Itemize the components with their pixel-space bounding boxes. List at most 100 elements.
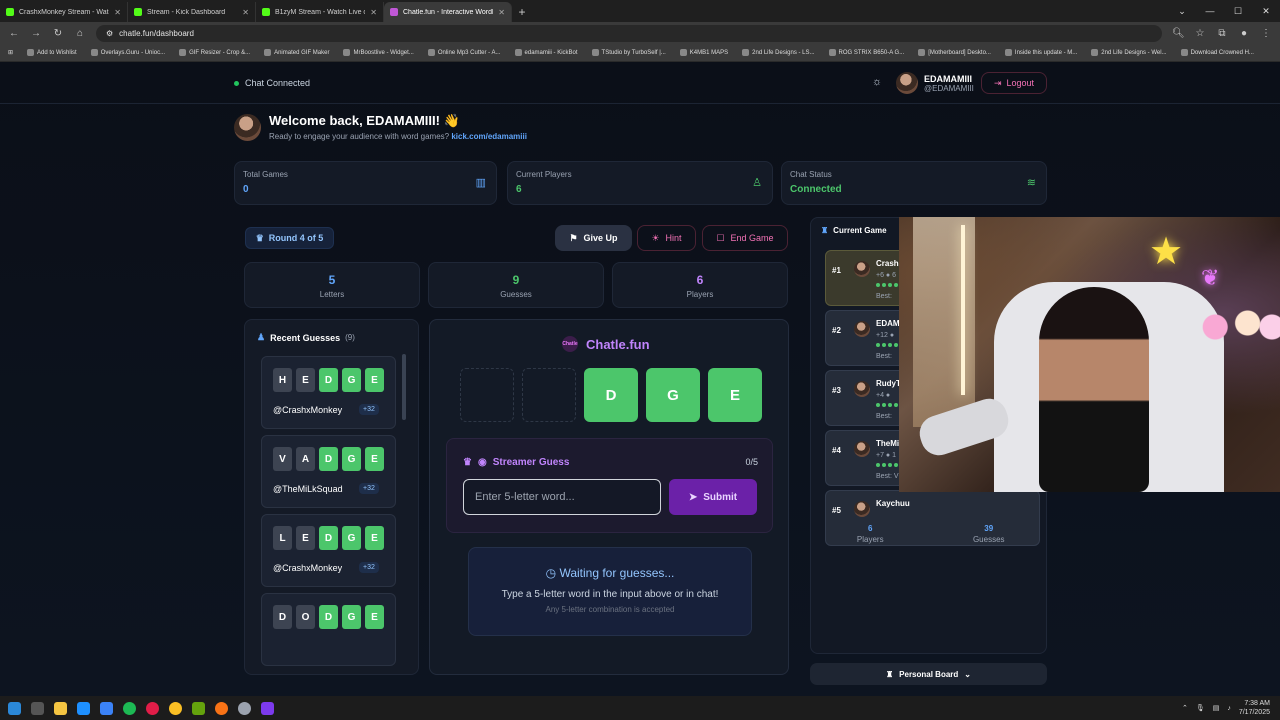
give-up-button[interactable]: ⚑ Give Up [555,225,632,251]
guess-card: V A D G E @TheMiLkSquad +32 [261,435,396,508]
reload-icon[interactable]: ↻ [52,28,64,39]
apps-icon[interactable]: ⊞ [8,49,13,56]
extensions-icon[interactable]: ⧉ [1216,28,1228,39]
home-icon[interactable]: ⌂ [74,28,86,39]
bookmark-item[interactable]: [Motherboard] Deskto... [918,49,991,56]
app-icon[interactable] [146,701,159,715]
lightbulb-icon: ☀ [651,232,660,243]
zoom-icon[interactable]: 🔍︎ [1172,28,1185,39]
close-tab-icon[interactable]: ✕ [370,8,377,17]
letter-tile: E [365,526,384,550]
network-icon[interactable]: ▤ [1213,704,1220,712]
site-info-icon[interactable]: ⚙ [106,29,113,38]
scrollbar[interactable] [402,354,406,420]
windows-start-icon[interactable] [8,701,21,715]
personal-board-button[interactable]: ♜ Personal Board ⌄ [810,663,1047,685]
system-tray: ⌃ 🎙︎ ▤ ♪ 7:38 AM 7/17/2025 [1182,699,1270,717]
close-tab-icon[interactable]: ✕ [242,8,249,17]
submit-button[interactable]: ➤ Submit [669,479,757,515]
browser-tab[interactable]: CrashxMonkey Stream - Watch Li...✕ [0,2,128,22]
app-icon[interactable] [261,701,274,715]
bookmark-item[interactable]: GIF Resizer - Crop &... [179,49,250,56]
crown-icon: ♛ [255,232,264,243]
menu-icon[interactable]: ⋮ [1260,28,1272,39]
stat-total-games: Total Games 0 ▥ [234,161,497,205]
bookmark-item[interactable]: ROG STRIX B650-A G... [828,49,904,56]
chrome-icon[interactable] [215,701,228,715]
bookmark-item[interactable]: 2nd Life Designs - LS... [742,49,815,56]
send-icon: ➤ [688,491,698,503]
chrome-icon[interactable] [169,701,182,715]
browser-tab[interactable]: B1zyM Stream - Watch Live on Ki...✕ [256,2,384,22]
channel-link[interactable]: kick.com/edamamiii [451,132,527,141]
spotify-icon[interactable] [123,701,136,715]
browser-tab[interactable]: Stream - Kick Dashboard ✕ [128,2,256,22]
bookmark-item[interactable]: Animated GIF Maker [264,49,329,56]
bookmark-item[interactable]: Download Crowned H... [1180,49,1254,56]
minimize-icon[interactable]: — [1196,0,1224,22]
close-tab-icon[interactable]: ✕ [498,8,505,17]
bookmark-item[interactable]: Overlays.Guru - Unioc... [90,49,165,56]
theme-toggle-icon[interactable]: ☼ [872,76,882,88]
guess-input[interactable] [463,479,661,515]
user-handle: @EDAMAMIII [924,83,974,93]
profile-icon[interactable]: ● [1238,28,1250,39]
browser-tab-active[interactable]: Chatle.fun - Interactive Wordle Ga...✕ [384,2,512,22]
maximize-icon[interactable]: ☐ [1224,0,1252,22]
welcome-subtitle: Ready to engage your audience with word … [269,132,527,141]
bookmark-star-icon[interactable]: ☆ [1194,28,1206,39]
bookmark-item[interactable]: Inside this update - M... [1004,49,1077,56]
bookmark-item[interactable]: MrBoostlive - Widget... [343,49,414,56]
mic-icon[interactable]: 🎙︎ [1196,704,1205,712]
player-points: +7 ● 1 [876,452,896,459]
player-name: Crash [876,259,899,268]
address-bar-row: ← → ↻ ⌂ ⚙ chatle.fun/dashboard 🔍︎ ☆ ⧉ ● ⋮ [0,22,1280,44]
app-icon[interactable] [238,701,251,715]
player-points: +4 ● [876,392,891,399]
app-icon[interactable] [77,701,90,715]
letter-tile: D [319,447,338,471]
floor-lamp [961,225,965,395]
webcam-overlay: ★ ❦ [899,217,1280,492]
bookmark-item[interactable]: Add to Wishlist [27,49,77,56]
file-explorer-icon[interactable] [54,701,67,715]
search-icon[interactable] [31,701,44,715]
guess-username: @TheMiLkSquad [273,484,343,494]
chevron-down-icon: ⌄ [964,669,971,679]
bookmark-item[interactable]: TStudio by TurboSelf |... [591,49,666,56]
new-tab-button[interactable]: + [512,2,532,22]
stat-chat-status: Chat Status Connected ≋ [781,161,1047,205]
letter-tile: E [365,447,384,471]
bookmark-item[interactable]: 2nd Life Designs - Wel... [1091,49,1167,56]
points-badge: +32 [359,483,379,494]
player-rank: #3 [832,386,841,395]
clock[interactable]: 7:38 AM 7/17/2025 [1239,699,1270,717]
bookmark-item[interactable]: K4MB1 MAPS [679,49,728,56]
end-game-button[interactable]: ☐ End Game [702,225,788,251]
guess-counter: 0/5 [745,457,758,467]
volume-icon[interactable]: ♪ [1227,705,1231,712]
app-icon[interactable] [100,701,113,715]
kick-icon [6,8,14,16]
neon-star-icon: ★ [1149,231,1184,273]
chevron-up-icon[interactable]: ⌃ [1182,704,1188,712]
game-board: Chatle Chatle.fun D G E ♛ ◉ Streamer Guess… [429,319,789,675]
app-icon[interactable] [192,701,205,715]
player-best: Best: [876,413,892,420]
back-icon[interactable]: ← [8,28,20,39]
close-tab-icon[interactable]: ✕ [114,8,121,17]
hint-button[interactable]: ☀ Hint [637,225,696,251]
player-rank: #2 [832,326,841,335]
logout-button[interactable]: ⇥ Logout [981,72,1047,94]
url-field[interactable]: ⚙ chatle.fun/dashboard [96,24,1162,42]
stat-current-players: Current Players 6 ♙ [507,161,773,205]
points-badge: +32 [359,562,379,573]
bookmark-item[interactable]: Online Mp3 Cutter - A... [427,49,501,56]
close-window-icon[interactable]: ✕ [1252,0,1280,22]
user-profile[interactable]: EDAMAMIII @EDAMAMIII [896,72,974,94]
neon-butterfly-icon: ❦ [1201,265,1220,290]
forward-icon[interactable]: → [30,28,42,39]
bookmark-item[interactable]: edamamiii - KickBot [514,49,578,56]
logout-icon: ⇥ [993,77,1002,88]
chevron-down-icon[interactable]: ⌄ [1168,0,1196,22]
